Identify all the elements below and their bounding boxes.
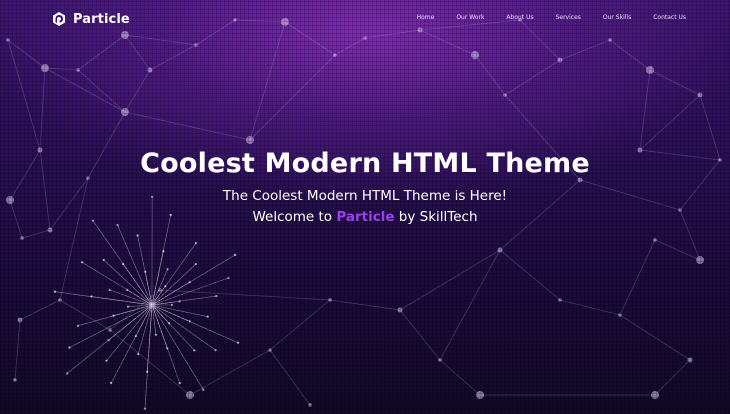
main-navigation: Home Our Work About Us Services Our Skil…: [395, 14, 686, 21]
hero-section: Particle Home Our Work About Us Services…: [0, 0, 730, 414]
particle-logo-icon: [53, 12, 65, 26]
welcome-suffix: by SkillTech: [394, 209, 478, 225]
navbar: Particle Home Our Work About Us Services…: [0, 0, 730, 38]
hero-subtitle: The Coolest Modern HTML Theme is Here!: [222, 188, 508, 204]
hero-content: Coolest Modern HTML Theme The Coolest Mo…: [0, 146, 730, 228]
nav-link-home[interactable]: Home: [417, 14, 435, 21]
brand-name: Particle: [73, 11, 130, 27]
hero-title: Coolest Modern HTML Theme: [140, 148, 590, 179]
welcome-brand-highlight: Particle: [336, 209, 395, 225]
brand-logo-link[interactable]: Particle: [51, 10, 130, 28]
welcome-prefix: Welcome to: [252, 209, 337, 225]
nav-link-our-skills[interactable]: Our Skills: [603, 14, 631, 21]
nav-link-our-work[interactable]: Our Work: [456, 14, 484, 21]
nav-link-contact-us[interactable]: Contact Us: [653, 14, 686, 21]
nav-link-services[interactable]: Services: [556, 14, 581, 21]
hero-welcome-line: Welcome to Particle by SkillTech: [0, 207, 730, 228]
nav-link-about-us[interactable]: About Us: [506, 14, 533, 21]
